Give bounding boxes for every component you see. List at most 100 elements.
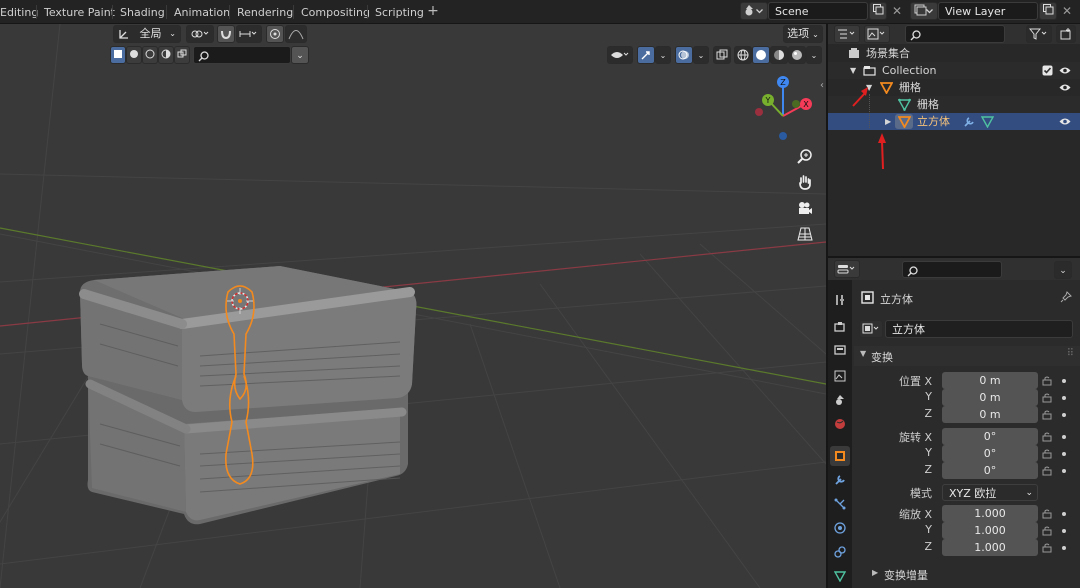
- add-workspace-button[interactable]: +: [424, 3, 442, 19]
- keyframe-dot-icon[interactable]: [1062, 452, 1066, 456]
- keyframe-dot-icon[interactable]: [1062, 379, 1066, 383]
- tab-tool[interactable]: [830, 290, 850, 310]
- tab-shading[interactable]: Shading: [114, 3, 171, 22]
- keyframe-dot-icon[interactable]: [1062, 546, 1066, 550]
- lock-icon[interactable]: [1042, 466, 1054, 476]
- tab-data[interactable]: [830, 566, 850, 586]
- tab-compositing[interactable]: Compositing: [295, 3, 376, 22]
- gizmo-dropdown[interactable]: ⌄: [655, 46, 671, 64]
- keyframe-dot-icon[interactable]: [1062, 512, 1066, 516]
- visibility-dropdown[interactable]: [607, 46, 633, 64]
- tab-constraints[interactable]: [830, 542, 850, 562]
- tab-scene[interactable]: [830, 390, 850, 410]
- display-mode-dropdown[interactable]: [834, 25, 860, 43]
- checkbox-icon[interactable]: [1042, 65, 1053, 76]
- proportional-falloff-dropdown[interactable]: [285, 25, 307, 43]
- tab-modifiers[interactable]: [830, 470, 850, 490]
- properties-search-input[interactable]: [902, 261, 1002, 278]
- tab-render[interactable]: [830, 317, 850, 337]
- scene-name-field[interactable]: Scene: [768, 2, 868, 20]
- transform-orientation-dropdown[interactable]: 全局 ⌄: [113, 25, 181, 43]
- sidebar-toggle-icon[interactable]: ‹: [820, 80, 824, 91]
- location-y-field[interactable]: 0 m: [942, 389, 1038, 406]
- outliner-search-input[interactable]: [905, 25, 1005, 43]
- transform-panel-header[interactable]: ▼ 变换 ⠿: [854, 346, 1080, 366]
- tab-object[interactable]: [830, 446, 850, 466]
- snap-target-dropdown[interactable]: [236, 25, 262, 43]
- tab-physics[interactable]: [830, 518, 850, 538]
- new-collection-button[interactable]: [1056, 25, 1076, 43]
- location-z-field[interactable]: 0 m: [942, 406, 1038, 423]
- pin-icon[interactable]: [1060, 291, 1072, 303]
- object-browse-dropdown[interactable]: [859, 320, 883, 338]
- tab-animation[interactable]: Animation: [168, 3, 236, 22]
- eye-icon[interactable]: [1059, 117, 1071, 126]
- lock-icon[interactable]: [1042, 526, 1054, 536]
- select-mode-extend-button[interactable]: [126, 46, 142, 64]
- shading-rendered-button[interactable]: [788, 46, 806, 64]
- pan-button[interactable]: [793, 170, 817, 194]
- lock-icon[interactable]: [1042, 393, 1054, 403]
- viewport-search-dropdown[interactable]: ⌄: [291, 46, 309, 64]
- tab-texture-paint[interactable]: Texture Paint: [38, 3, 121, 22]
- tab-world[interactable]: [830, 414, 850, 434]
- perspective-toggle-button[interactable]: [793, 222, 817, 246]
- xray-toggle[interactable]: [713, 46, 731, 64]
- tab-particles[interactable]: [830, 494, 850, 514]
- scene-selector-button[interactable]: [740, 2, 768, 20]
- close-view-layer-icon[interactable]: ✕: [1060, 4, 1074, 18]
- rotation-y-field[interactable]: 0°: [942, 445, 1038, 462]
- new-scene-button[interactable]: [869, 2, 887, 20]
- shading-material-button[interactable]: [770, 46, 788, 64]
- close-scene-icon[interactable]: ✕: [890, 4, 904, 18]
- wrench-icon[interactable]: [963, 116, 975, 128]
- tab-rendering[interactable]: Rendering: [231, 3, 299, 22]
- mesh-data-icon[interactable]: [981, 115, 994, 128]
- gizmo-toggle[interactable]: [637, 46, 655, 64]
- keyframe-dot-icon[interactable]: [1062, 529, 1066, 533]
- keyframe-dot-icon[interactable]: [1062, 413, 1066, 417]
- options-dropdown[interactable]: 选项 ⌄: [783, 25, 823, 43]
- filter-mode-dropdown[interactable]: [864, 25, 890, 43]
- shading-solid-button[interactable]: [752, 46, 770, 64]
- lock-icon[interactable]: [1042, 449, 1054, 459]
- tab-view-layer[interactable]: [830, 366, 850, 386]
- select-mode-intersect-button[interactable]: [174, 46, 190, 64]
- keyframe-dot-icon[interactable]: [1062, 396, 1066, 400]
- proportional-edit-toggle[interactable]: [266, 25, 284, 43]
- lock-icon[interactable]: [1042, 376, 1054, 386]
- viewport-search-input[interactable]: [193, 46, 291, 64]
- view-layer-selector-button[interactable]: [910, 2, 938, 20]
- eye-icon[interactable]: [1059, 83, 1071, 92]
- lock-icon[interactable]: [1042, 410, 1054, 420]
- view-layer-name-field[interactable]: View Layer: [938, 2, 1038, 20]
- editor-type-dropdown[interactable]: [834, 260, 860, 278]
- expand-down-icon[interactable]: ▼: [850, 62, 856, 79]
- outliner-row-collection[interactable]: ▼ Collection: [828, 62, 1080, 79]
- camera-view-button[interactable]: [793, 196, 817, 220]
- outliner-row-scene-collection[interactable]: 场景集合: [828, 45, 1080, 62]
- new-view-layer-button[interactable]: [1039, 2, 1057, 20]
- keyframe-dot-icon[interactable]: [1062, 435, 1066, 439]
- lock-icon[interactable]: [1042, 543, 1054, 553]
- object-name-field[interactable]: 立方体: [885, 320, 1073, 338]
- overlays-dropdown[interactable]: ⌄: [693, 46, 709, 64]
- properties-options-dropdown[interactable]: ⌄: [1054, 261, 1072, 279]
- scale-x-field[interactable]: 1.000: [942, 505, 1038, 522]
- outliner-filter-dropdown[interactable]: [1026, 25, 1052, 43]
- tab-output[interactable]: [830, 340, 850, 360]
- rotation-mode-dropdown[interactable]: XYZ 欧拉 ⌄: [942, 484, 1038, 501]
- pivot-point-dropdown[interactable]: [186, 25, 214, 43]
- zoom-button[interactable]: [793, 144, 817, 168]
- rotation-z-field[interactable]: 0°: [942, 462, 1038, 479]
- eye-icon[interactable]: [1059, 66, 1071, 75]
- scale-z-field[interactable]: 1.000: [942, 539, 1038, 556]
- rotation-x-field[interactable]: 0°: [942, 428, 1038, 445]
- location-x-field[interactable]: 0 m: [942, 372, 1038, 389]
- lock-icon[interactable]: [1042, 432, 1054, 442]
- shading-dropdown[interactable]: ⌄: [806, 46, 822, 64]
- select-mode-subtract-button[interactable]: [142, 46, 158, 64]
- snap-toggle[interactable]: [217, 25, 235, 43]
- 3d-viewport[interactable]: 全局 ⌄ 选项 ⌄ ⌄ ⌄ ⌄ ⌄ Z X Y ‹: [0, 24, 826, 588]
- tab-scripting[interactable]: Scripting: [369, 3, 430, 22]
